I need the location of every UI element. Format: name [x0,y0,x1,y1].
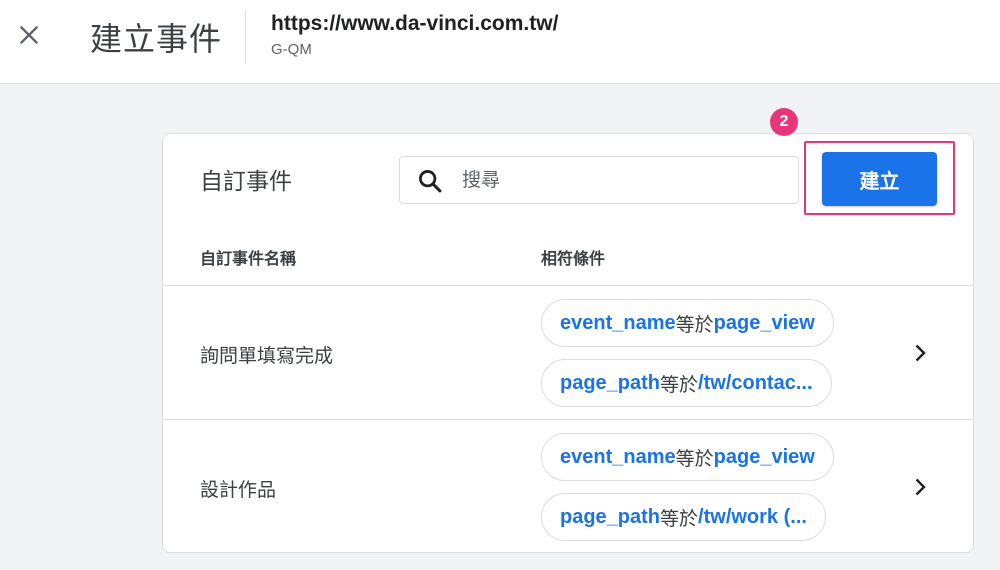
condition-key: page_path [560,505,661,528]
header-divider [245,10,246,64]
close-button[interactable] [12,18,46,52]
condition-value: /tw/contac... [698,371,813,394]
condition-chip: page_path 等於/tw/work (... [541,493,826,541]
condition-value: page_view [713,445,815,468]
condition-key: page_path [560,371,661,394]
search-box[interactable] [399,156,799,204]
close-icon [20,26,38,44]
search-icon [419,170,442,193]
condition-value: /tw/work (... [698,505,807,528]
chevron-right-icon[interactable] [908,475,932,499]
condition-operator: 等於 [660,507,699,530]
site-url: https://www.da-vinci.com.tw/ [271,12,559,35]
top-bar: 建立事件 https://www.da-vinci.com.tw/ G-QM [0,0,1000,84]
chevron-right-icon[interactable] [908,341,932,365]
condition-operator: 等於 [675,447,714,470]
condition-key: event_name [560,445,676,468]
create-button[interactable]: 建立 [822,152,937,206]
condition-chip: event_name 等於 page_view [541,433,834,481]
card-title: 自訂事件 [200,169,292,195]
condition-value: page_view [713,311,815,334]
measurement-id: G-QM [271,41,312,58]
event-row[interactable]: 設計作品 event_name 等於 page_view page_path 等於/t… [163,419,973,552]
event-name: 詢問單填寫完成 [200,345,334,367]
condition-operator: 等於 [675,313,714,336]
condition-key: event_name [560,311,676,334]
search-input[interactable] [462,157,782,203]
page-title: 建立事件 [90,20,223,58]
column-header-name: 自訂事件名稱 [200,249,297,268]
condition-operator: 等於 [660,373,699,396]
custom-events-card: 自訂事件 建立 自訂事件名稱 相符條件 詢問單填寫完成 event_name等於… [162,133,974,553]
step-badge: 2 [770,108,798,136]
event-name: 設計作品 [200,479,277,501]
condition-chip: event_name 等於 page_view [541,299,834,347]
event-row[interactable]: 詢問單填寫完成 event_name 等於 page_view page_path 等… [163,285,973,419]
column-header-conditions: 相符條件 [541,249,606,268]
condition-chip: page_path 等於/tw/contac... [541,359,832,407]
